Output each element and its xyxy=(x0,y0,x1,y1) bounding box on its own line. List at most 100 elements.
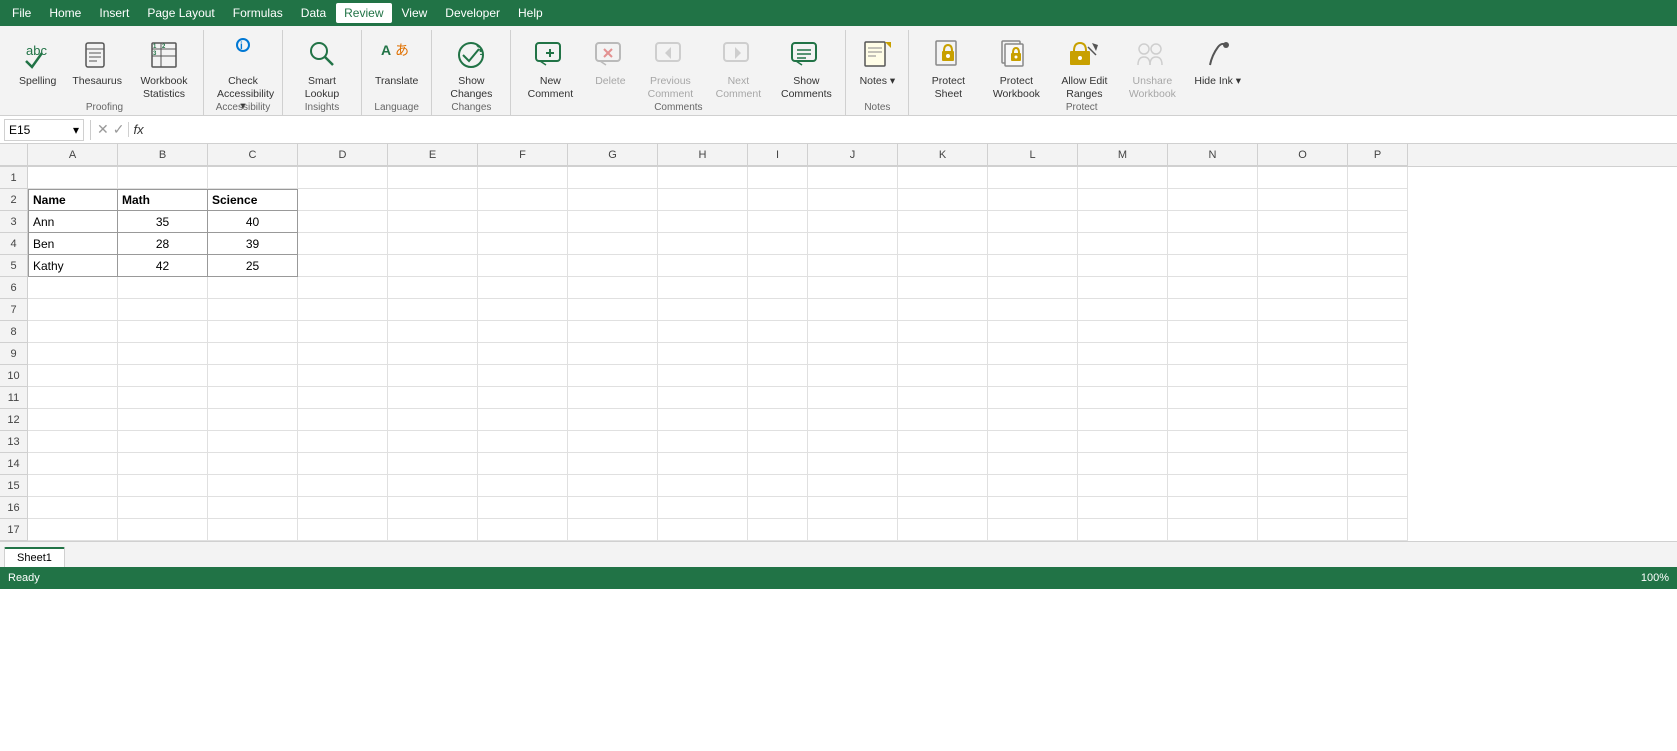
cell-K5[interactable] xyxy=(898,255,988,277)
col-header-m[interactable]: M xyxy=(1078,144,1168,166)
cell-C10[interactable] xyxy=(208,365,298,387)
cell-N7[interactable] xyxy=(1168,299,1258,321)
cell-E6[interactable] xyxy=(388,277,478,299)
cell-F10[interactable] xyxy=(478,365,568,387)
row-header-2[interactable]: 2 xyxy=(0,189,28,211)
cell-G15[interactable] xyxy=(568,475,658,497)
menu-page-layout[interactable]: Page Layout xyxy=(139,3,222,23)
cell-D2[interactable] xyxy=(298,189,388,211)
cell-J15[interactable] xyxy=(808,475,898,497)
cell-O16[interactable] xyxy=(1258,497,1348,519)
cell-L15[interactable] xyxy=(988,475,1078,497)
cell-C4[interactable]: 39 xyxy=(208,233,298,255)
cell-A2[interactable]: Name xyxy=(28,189,118,211)
cell-M2[interactable] xyxy=(1078,189,1168,211)
cell-F15[interactable] xyxy=(478,475,568,497)
cell-J9[interactable] xyxy=(808,343,898,365)
col-header-j[interactable]: J xyxy=(808,144,898,166)
cell-D11[interactable] xyxy=(298,387,388,409)
cell-O12[interactable] xyxy=(1258,409,1348,431)
cell-O13[interactable] xyxy=(1258,431,1348,453)
cell-A14[interactable] xyxy=(28,453,118,475)
cell-O8[interactable] xyxy=(1258,321,1348,343)
cell-J8[interactable] xyxy=(808,321,898,343)
cell-E4[interactable] xyxy=(388,233,478,255)
sheet-tab-sheet1[interactable]: Sheet1 xyxy=(4,547,65,567)
menu-insert[interactable]: Insert xyxy=(91,3,137,23)
cell-A15[interactable] xyxy=(28,475,118,497)
cell-D12[interactable] xyxy=(298,409,388,431)
cell-M12[interactable] xyxy=(1078,409,1168,431)
cell-K14[interactable] xyxy=(898,453,988,475)
cell-N10[interactable] xyxy=(1168,365,1258,387)
cell-D16[interactable] xyxy=(298,497,388,519)
cell-G7[interactable] xyxy=(568,299,658,321)
cell-P3[interactable] xyxy=(1348,211,1408,233)
spelling-button[interactable]: abc Spelling xyxy=(12,34,63,94)
cell-L17[interactable] xyxy=(988,519,1078,541)
cell-N17[interactable] xyxy=(1168,519,1258,541)
cell-I7[interactable] xyxy=(748,299,808,321)
cell-C13[interactable] xyxy=(208,431,298,453)
cell-B16[interactable] xyxy=(118,497,208,519)
cell-L13[interactable] xyxy=(988,431,1078,453)
cell-I13[interactable] xyxy=(748,431,808,453)
cell-P16[interactable] xyxy=(1348,497,1408,519)
cell-L3[interactable] xyxy=(988,211,1078,233)
cell-F12[interactable] xyxy=(478,409,568,431)
cell-G4[interactable] xyxy=(568,233,658,255)
cell-C2[interactable]: Science xyxy=(208,189,298,211)
col-header-a[interactable]: A xyxy=(28,144,118,166)
cell-C17[interactable] xyxy=(208,519,298,541)
cell-G3[interactable] xyxy=(568,211,658,233)
cell-L12[interactable] xyxy=(988,409,1078,431)
cell-P8[interactable] xyxy=(1348,321,1408,343)
cell-C14[interactable] xyxy=(208,453,298,475)
cell-M17[interactable] xyxy=(1078,519,1168,541)
cell-J7[interactable] xyxy=(808,299,898,321)
cell-I11[interactable] xyxy=(748,387,808,409)
cell-I5[interactable] xyxy=(748,255,808,277)
row-header-16[interactable]: 16 xyxy=(0,497,28,519)
row-header-14[interactable]: 14 xyxy=(0,453,28,475)
cell-P14[interactable] xyxy=(1348,453,1408,475)
cell-H2[interactable] xyxy=(658,189,748,211)
cell-N11[interactable] xyxy=(1168,387,1258,409)
cell-H1[interactable] xyxy=(658,167,748,189)
cell-I15[interactable] xyxy=(748,475,808,497)
cell-E12[interactable] xyxy=(388,409,478,431)
show-comments-button[interactable]: Show Comments xyxy=(773,34,839,103)
cell-F13[interactable] xyxy=(478,431,568,453)
cell-H14[interactable] xyxy=(658,453,748,475)
cell-J3[interactable] xyxy=(808,211,898,233)
menu-home[interactable]: Home xyxy=(41,3,89,23)
cell-P1[interactable] xyxy=(1348,167,1408,189)
cell-B17[interactable] xyxy=(118,519,208,541)
cell-G1[interactable] xyxy=(568,167,658,189)
cell-H3[interactable] xyxy=(658,211,748,233)
cell-I9[interactable] xyxy=(748,343,808,365)
cell-H12[interactable] xyxy=(658,409,748,431)
cell-B4[interactable]: 28 xyxy=(118,233,208,255)
cell-K3[interactable] xyxy=(898,211,988,233)
cell-D13[interactable] xyxy=(298,431,388,453)
cell-L16[interactable] xyxy=(988,497,1078,519)
cell-G17[interactable] xyxy=(568,519,658,541)
cell-E16[interactable] xyxy=(388,497,478,519)
cell-B14[interactable] xyxy=(118,453,208,475)
cell-F7[interactable] xyxy=(478,299,568,321)
allow-edit-ranges-button[interactable]: Allow Edit Ranges xyxy=(1051,34,1117,103)
cell-E8[interactable] xyxy=(388,321,478,343)
cell-A10[interactable] xyxy=(28,365,118,387)
cell-O14[interactable] xyxy=(1258,453,1348,475)
cell-F6[interactable] xyxy=(478,277,568,299)
cell-H9[interactable] xyxy=(658,343,748,365)
cell-F3[interactable] xyxy=(478,211,568,233)
cell-D3[interactable] xyxy=(298,211,388,233)
cell-A5[interactable]: Kathy xyxy=(28,255,118,277)
cell-F16[interactable] xyxy=(478,497,568,519)
cell-N16[interactable] xyxy=(1168,497,1258,519)
cell-J2[interactable] xyxy=(808,189,898,211)
cell-I2[interactable] xyxy=(748,189,808,211)
cell-J12[interactable] xyxy=(808,409,898,431)
